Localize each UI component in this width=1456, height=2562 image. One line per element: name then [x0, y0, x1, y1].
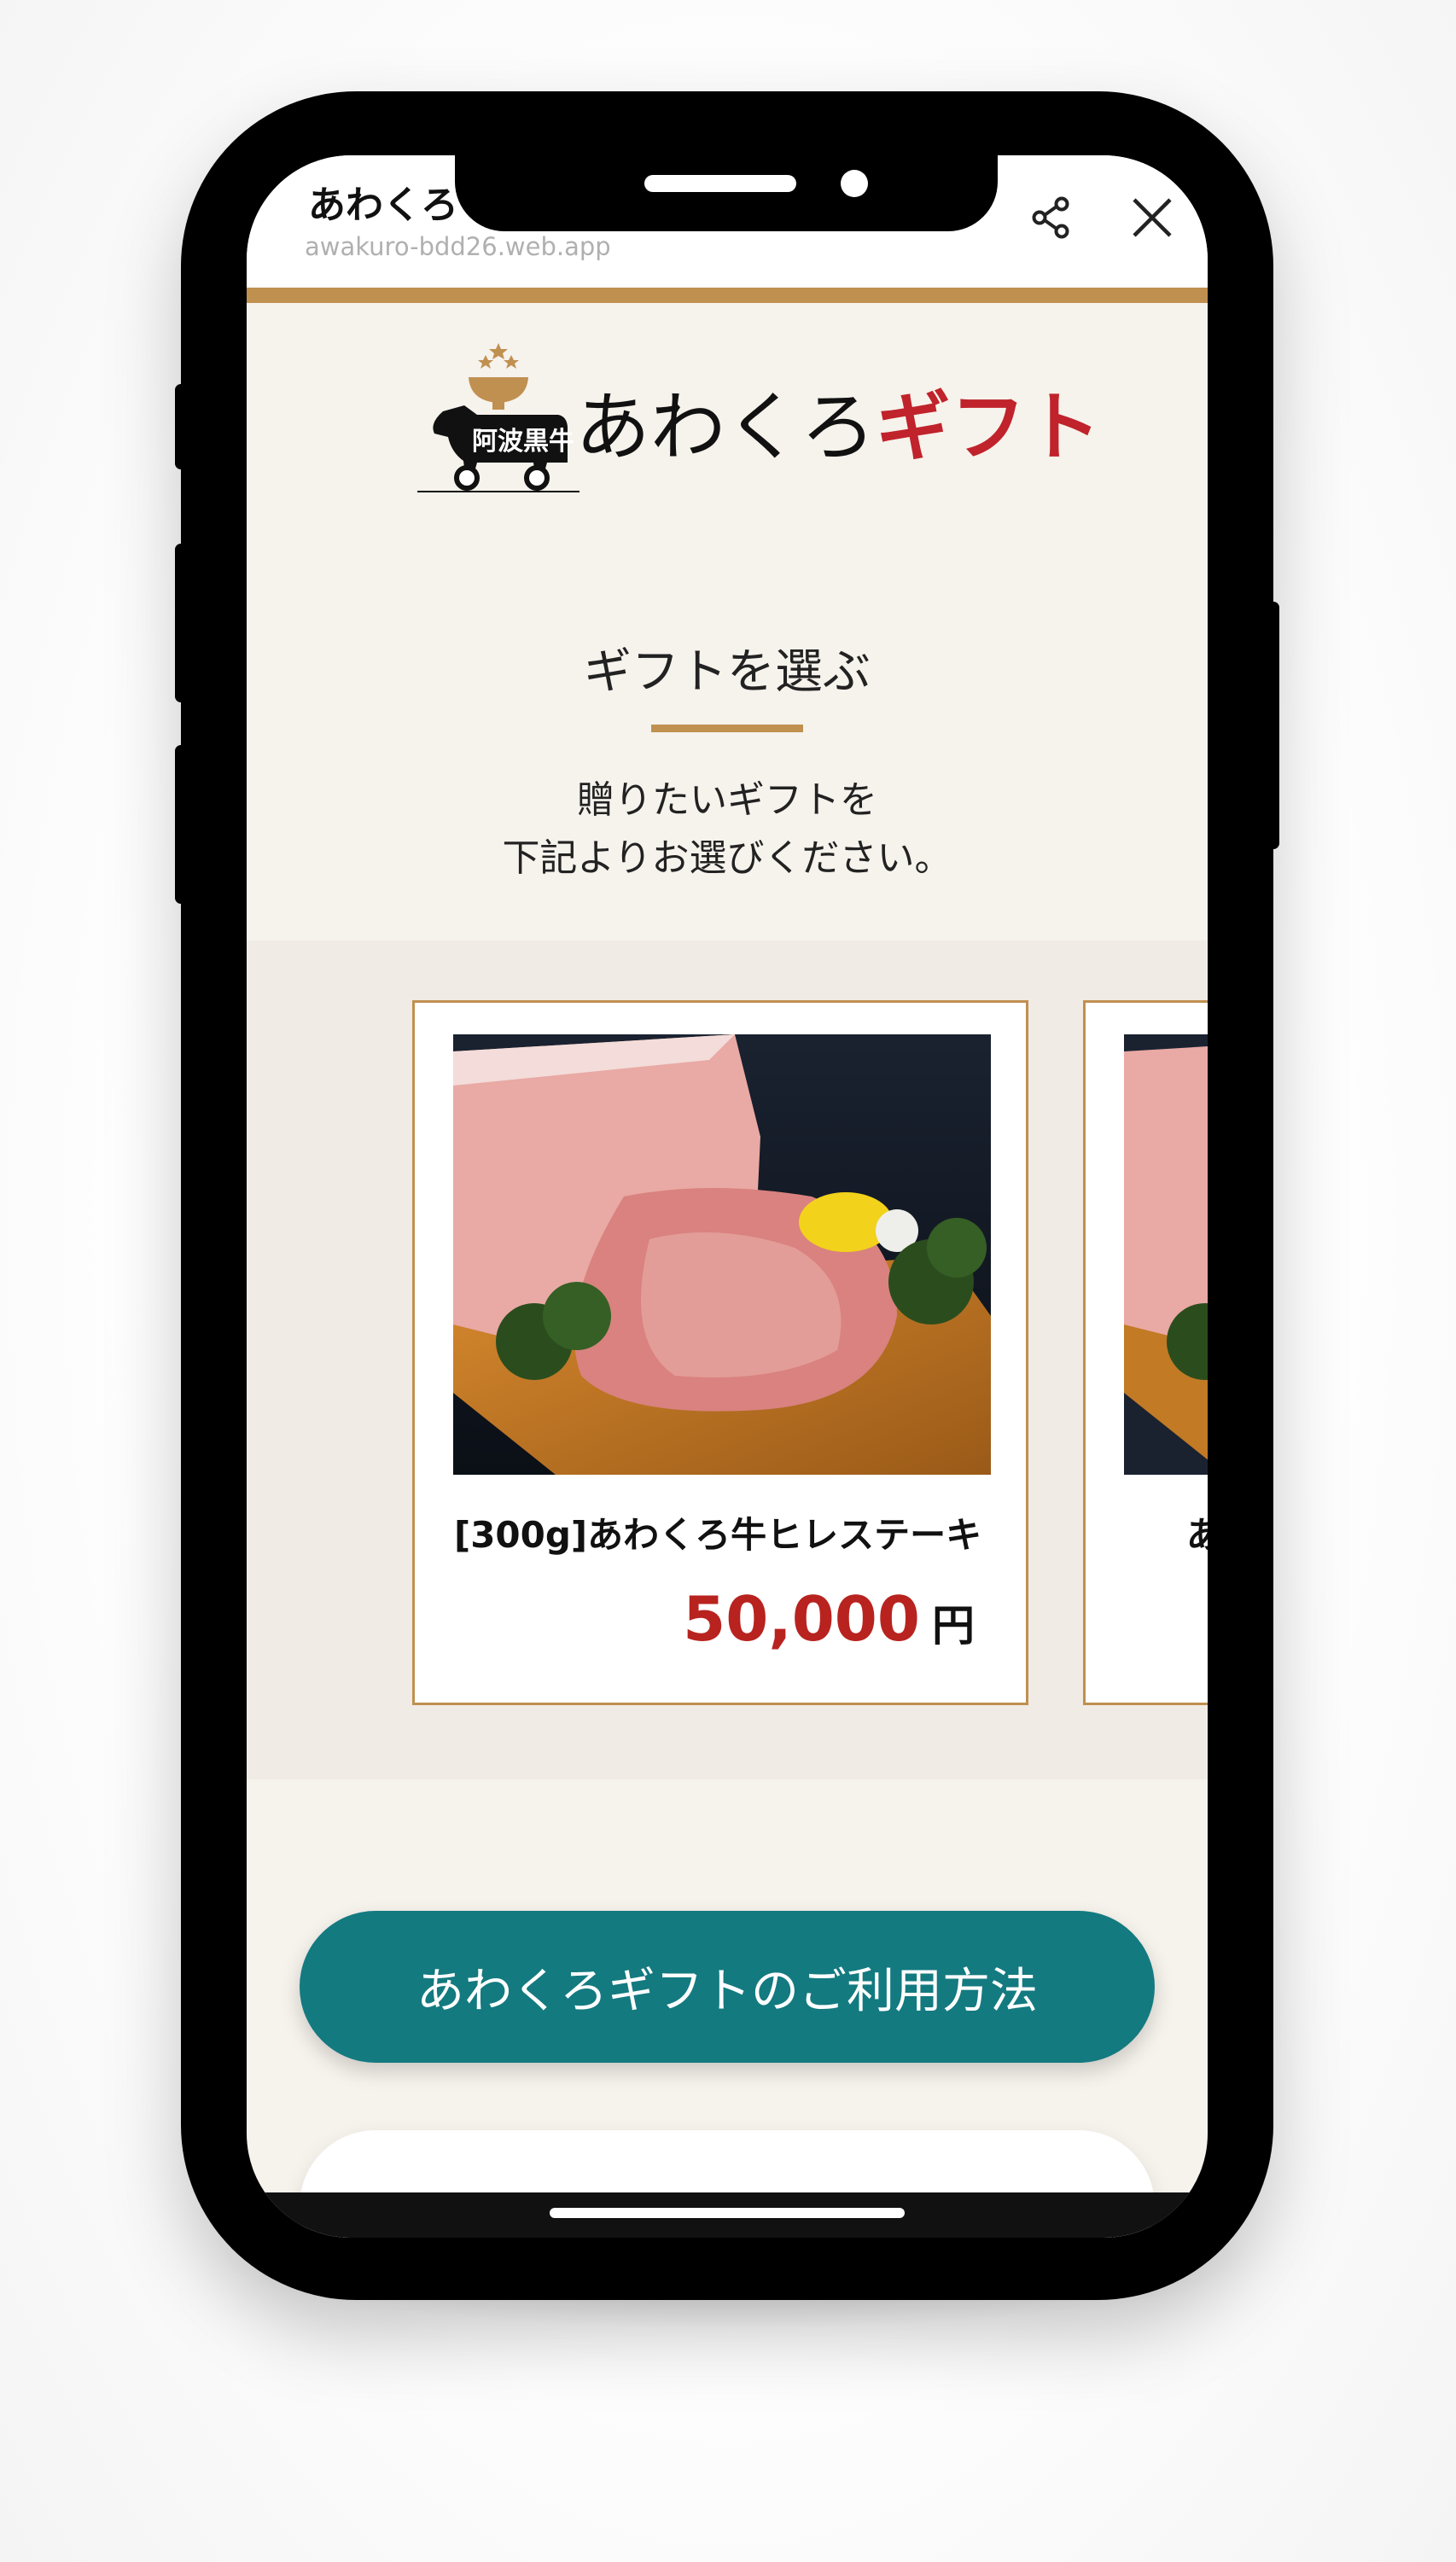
- speaker-grille: [644, 175, 796, 192]
- section-title: ギフトを選ぶ: [584, 644, 871, 700]
- side-button-mute: [175, 384, 187, 469]
- product-image: [1124, 1034, 1208, 1475]
- title-underline: [651, 725, 803, 732]
- home-indicator[interactable]: [550, 2208, 905, 2218]
- product-price: 50,000 円: [683, 1583, 975, 1655]
- section-subtitle-line1: 贈りたいギフトを: [577, 778, 877, 822]
- product-carousel[interactable]: [300g]あわくろ牛ヒレステーキ 50,000 円 あ: [247, 940, 1208, 1779]
- cow-emblem-icon: [417, 343, 579, 492]
- browser-url: awakuro-bdd26.web.app: [305, 232, 611, 261]
- brand-name-main: あわくろ: [575, 383, 877, 471]
- brand-logo[interactable]: 阿波黒牛 あわくろギフト: [417, 341, 1101, 495]
- share-icon[interactable]: [1022, 188, 1081, 247]
- close-icon[interactable]: [1122, 188, 1182, 247]
- usage-guide-button[interactable]: あわくろギフトのご利用方法: [300, 1911, 1155, 2063]
- side-button-power: [1267, 602, 1279, 849]
- emblem-text: 阿波黒牛: [472, 427, 574, 457]
- price-value: 50,000: [683, 1583, 920, 1655]
- header-accent-bar: [247, 288, 1208, 303]
- brand-name-accent: ギフト: [876, 383, 1102, 471]
- front-camera: [841, 170, 868, 197]
- product-name: あ: [1186, 1514, 1208, 1556]
- side-button-volume-up: [175, 544, 187, 702]
- product-name: [300g]あわくろ牛ヒレステーキ: [454, 1514, 982, 1556]
- price-unit: 円: [932, 1601, 975, 1651]
- brand-name: あわくろギフト: [575, 367, 1101, 475]
- phone-notch: [455, 155, 998, 231]
- section-subtitle-line2: 下記よりお選びください。: [502, 836, 952, 880]
- browser-title: あわくろ: [308, 183, 458, 227]
- product-card[interactable]: あ: [1083, 1000, 1208, 1705]
- phone-screen: あわくろ awakuro-bdd26.web.app 阿波黒牛 あわくろギフト …: [247, 155, 1208, 2238]
- product-card[interactable]: [300g]あわくろ牛ヒレステーキ 50,000 円: [412, 1000, 1028, 1705]
- side-button-volume-down: [175, 745, 187, 904]
- product-image: [453, 1034, 991, 1475]
